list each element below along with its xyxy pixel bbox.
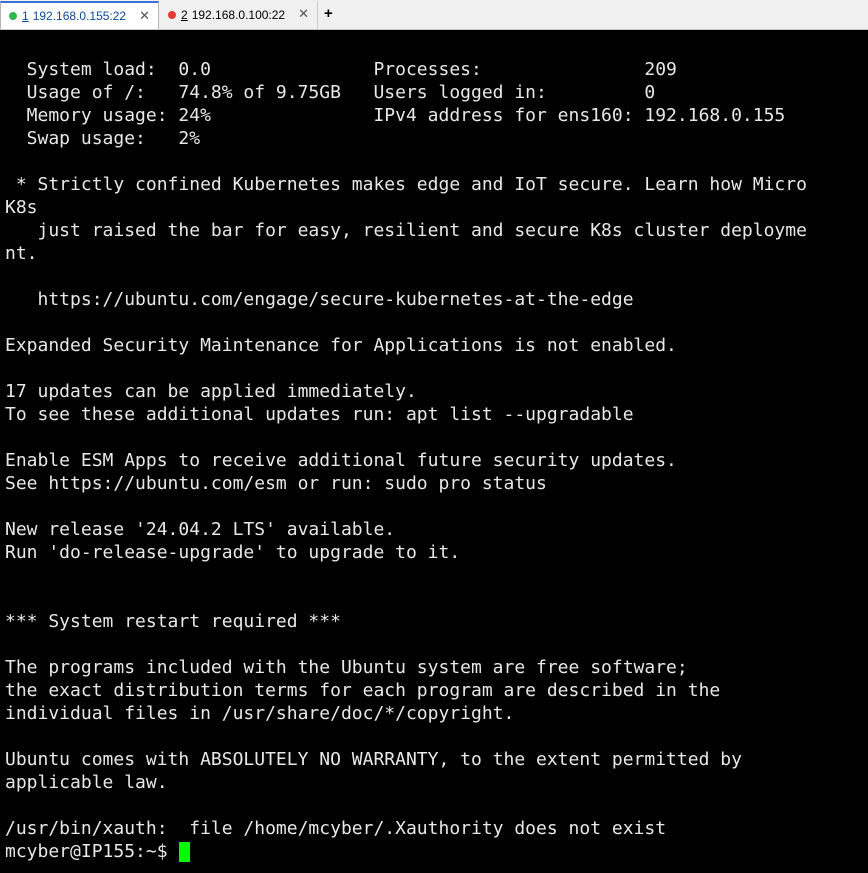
terminal-line: just raised the bar for easy, resilient … (5, 220, 807, 241)
terminal-output[interactable]: System load: 0.0 Processes: 209 Usage of… (0, 31, 868, 873)
terminal-line: Usage of /: 74.8% of 9.75GB Users logged… (5, 82, 656, 103)
terminal-line: System load: 0.0 Processes: 209 (5, 59, 677, 80)
shell-prompt-line[interactable]: mcyber@IP155:~$ (5, 840, 868, 863)
terminal-line: Run 'do-release-upgrade' to upgrade to i… (5, 542, 461, 563)
tab-title: 192.168.0.100:22 (191, 8, 286, 22)
close-icon[interactable]: ✕ (298, 6, 309, 22)
terminal-line: https://ubuntu.com/engage/secure-kuberne… (5, 289, 634, 310)
terminal-line: See https://ubuntu.com/esm or run: sudo … (5, 473, 547, 494)
terminal-line: the exact distribution terms for each pr… (5, 680, 721, 701)
tab-bar: 1 192.168.0.155:22 ✕ 2 192.168.0.100:22 … (0, 0, 868, 30)
tab-number: 2 (181, 8, 188, 22)
close-icon[interactable]: ✕ (139, 8, 150, 24)
terminal-line: individual files in /usr/share/doc/*/cop… (5, 703, 515, 724)
terminal-line: Expanded Security Maintenance for Applic… (5, 335, 677, 356)
terminal-line: To see these additional updates run: apt… (5, 404, 634, 425)
terminal-line: nt. (5, 243, 38, 264)
text-cursor (179, 841, 191, 862)
disconnected-status-icon (168, 11, 176, 19)
terminal-line: Swap usage: 2% (5, 128, 201, 149)
shell-prompt: mcyber@IP155:~$ (5, 841, 179, 862)
tab-session-1[interactable]: 1 192.168.0.155:22 ✕ (0, 1, 159, 29)
connected-status-icon (9, 12, 17, 20)
terminal-line: applicable law. (5, 772, 168, 793)
terminal-line: *** System restart required *** (5, 611, 341, 632)
terminal-line: The programs included with the Ubuntu sy… (5, 657, 688, 678)
new-tab-button[interactable]: + (324, 5, 333, 22)
tab-session-2[interactable]: 2 192.168.0.100:22 ✕ (160, 1, 318, 29)
tab-number: 1 (22, 9, 29, 23)
terminal-line: K8s (5, 197, 38, 218)
terminal-line: Enable ESM Apps to receive additional fu… (5, 450, 677, 471)
tab-title: 192.168.0.155:22 (32, 9, 127, 23)
terminal-line: 17 updates can be applied immediately. (5, 381, 417, 402)
terminal-line: Ubuntu comes with ABSOLUTELY NO WARRANTY… (5, 749, 742, 770)
terminal-line: /usr/bin/xauth: file /home/mcyber/.Xauth… (5, 818, 667, 839)
terminal-line: New release '24.04.2 LTS' available. (5, 519, 396, 540)
terminal-line: * Strictly confined Kubernetes makes edg… (5, 174, 807, 195)
terminal-line: Memory usage: 24% IPv4 address for ens16… (5, 105, 786, 126)
